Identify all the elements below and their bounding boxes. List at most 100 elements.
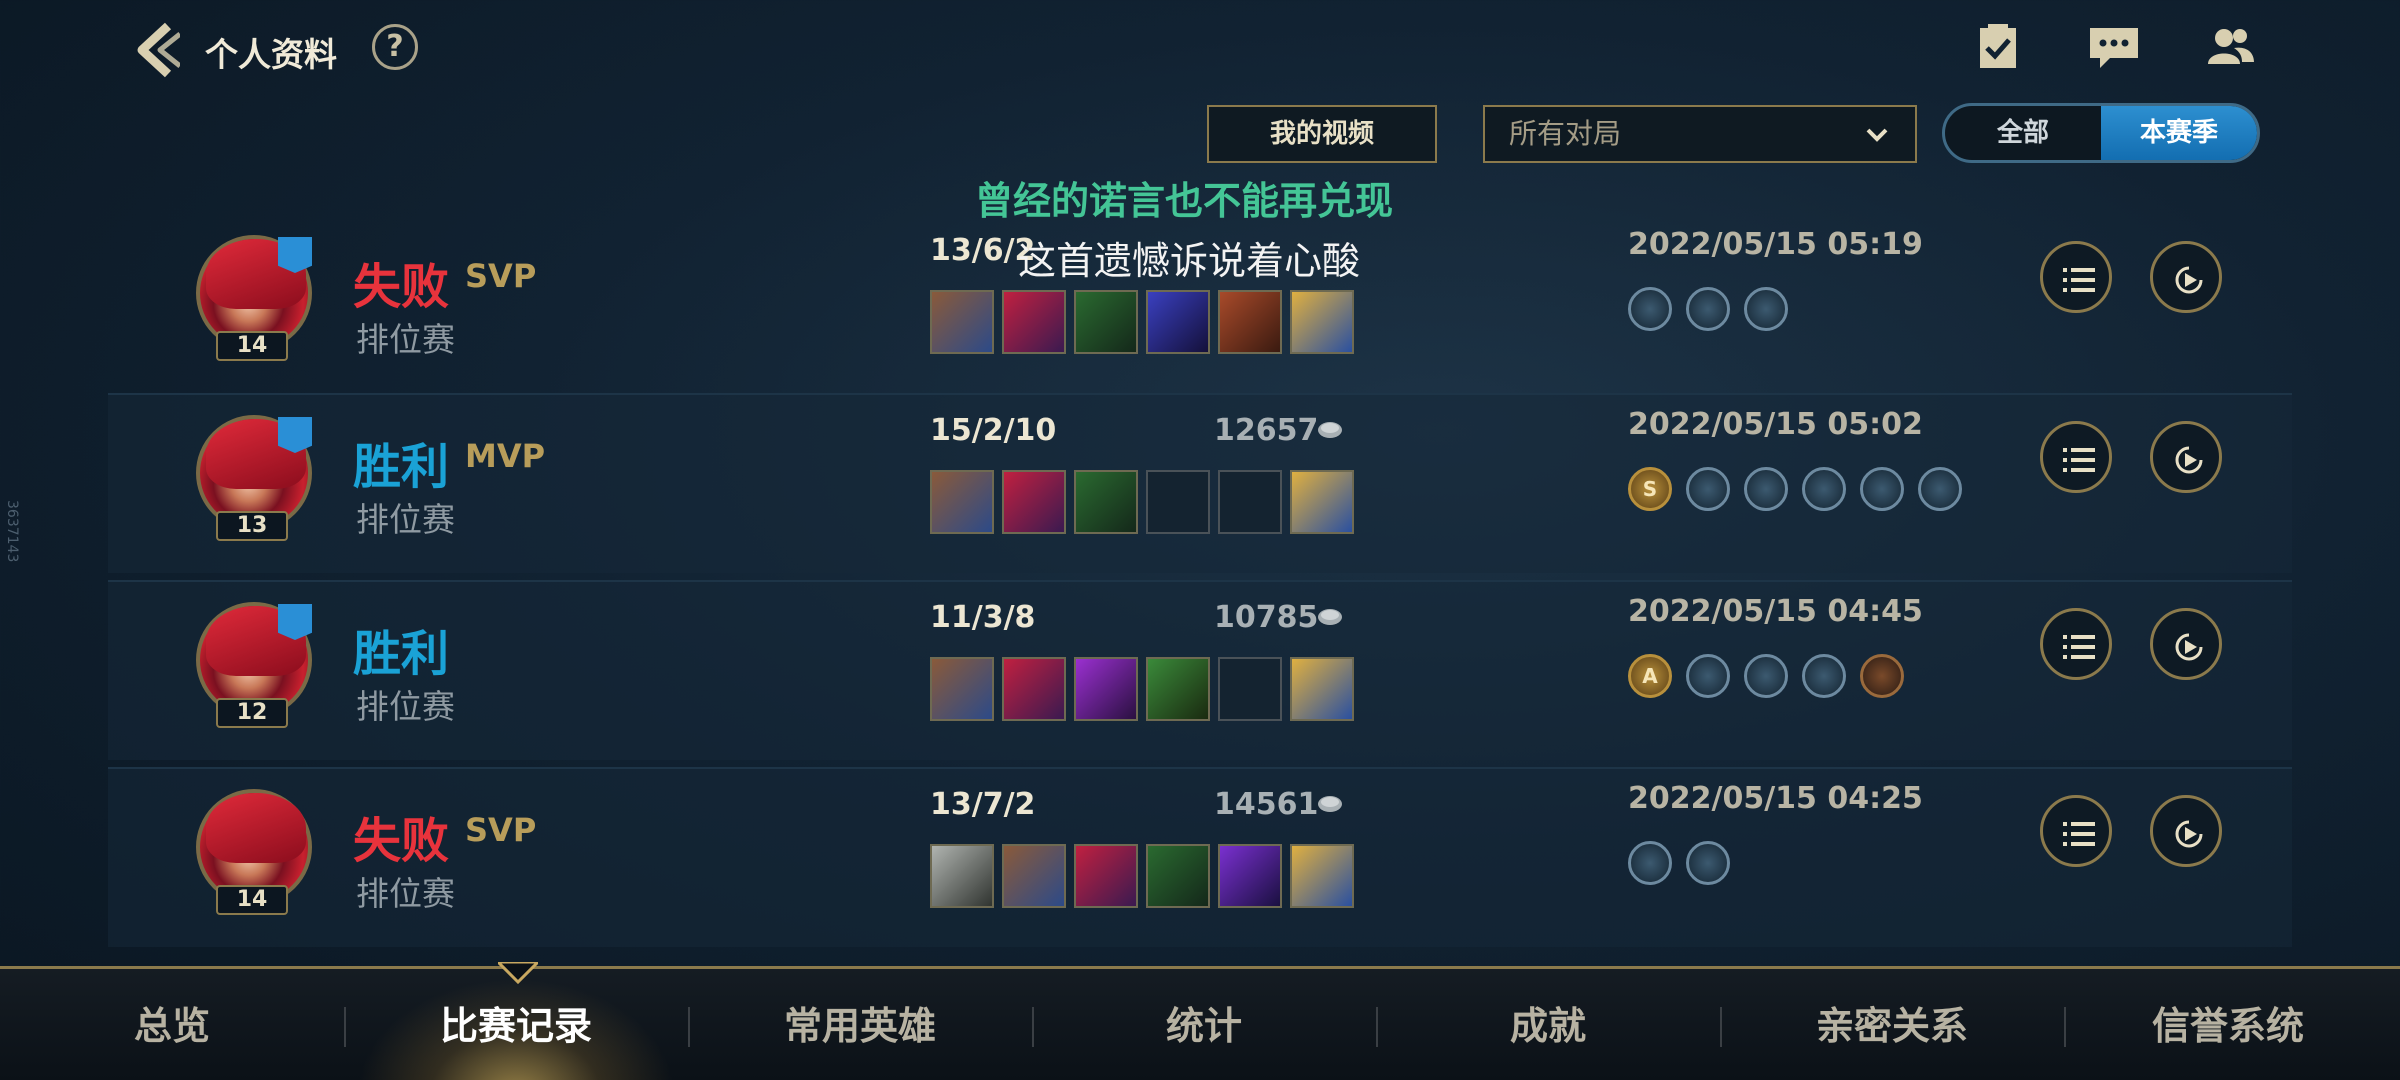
performance-tags (1628, 287, 1788, 331)
chevron-down-icon (1866, 128, 1888, 142)
help-button[interactable]: ? (372, 24, 418, 70)
tab-overview[interactable]: 总览 (0, 969, 344, 1080)
match-row[interactable]: 12 胜利 排位赛 11/3/8 10785 2022/05/15 04:45 … (108, 580, 2292, 760)
medal-badge: SVP (465, 257, 537, 295)
match-details-button[interactable] (2040, 795, 2112, 867)
lyric-line-1: 曾经的诺言也不能再兑现 (975, 179, 1394, 223)
performance-tag-icon (1744, 654, 1788, 698)
item-slot (930, 844, 994, 908)
task-checklist-icon[interactable] (1970, 22, 2026, 72)
match-result: 失败 (353, 813, 450, 869)
item-slots (930, 844, 1354, 908)
toggle-this-season[interactable]: 本赛季 (2101, 106, 2257, 160)
active-tab-caret-icon (498, 962, 538, 984)
grade-a-icon: A (1628, 654, 1672, 698)
back-button[interactable] (130, 20, 182, 80)
item-slot (1002, 470, 1066, 534)
match-filter-select[interactable]: 所有对局 (1483, 105, 1917, 163)
season-toggle[interactable]: 全部 本赛季 (1942, 103, 2260, 163)
match-details-button[interactable] (2040, 608, 2112, 680)
item-slot (1074, 470, 1138, 534)
list-icon (2063, 448, 2095, 472)
tab-match-history[interactable]: 比赛记录 (344, 969, 688, 1080)
item-slot-empty (1218, 657, 1282, 721)
match-row[interactable]: 13 胜利 MVP 排位赛 15/2/10 12657 2022/05/15 0… (108, 393, 2292, 573)
replay-button[interactable] (2150, 241, 2222, 313)
item-slot (1218, 844, 1282, 908)
replay-button[interactable] (2150, 608, 2222, 680)
page-title: 个人资料 (205, 35, 337, 74)
list-icon (2063, 635, 2095, 659)
performance-tag-icon (1686, 467, 1730, 511)
performance-tag-icon (1686, 287, 1730, 331)
gold-coin-icon (1318, 609, 1342, 625)
performance-tags (1628, 841, 1730, 885)
item-slot (1002, 290, 1066, 354)
item-slots (930, 470, 1354, 534)
item-slot-empty (1218, 470, 1282, 534)
hero-level-badge: 14 (216, 885, 288, 915)
replay-icon (2175, 446, 2203, 474)
replay-icon (2175, 820, 2203, 848)
performance-tags: S (1628, 467, 1962, 511)
match-date: 2022/05/15 04:45 (1628, 594, 1923, 629)
match-date: 2022/05/15 04:25 (1628, 781, 1923, 816)
tab-credit-system[interactable]: 信誉系统 (2056, 969, 2400, 1080)
performance-tag-icon (1918, 467, 1962, 511)
game-mode: 排位赛 (356, 874, 455, 913)
item-slot (1002, 657, 1066, 721)
tab-intimacy[interactable]: 亲密关系 (1720, 969, 2064, 1080)
match-row[interactable]: 14 失败 SVP 排位赛 13/7/2 14561 2022/05/15 04… (108, 767, 2292, 947)
tab-statistics[interactable]: 统计 (1032, 969, 1376, 1080)
toggle-all[interactable]: 全部 (1945, 106, 2101, 160)
item-slot (1146, 290, 1210, 354)
grade-s-icon: S (1628, 467, 1672, 511)
chat-icon[interactable] (2086, 22, 2142, 72)
match-details-button[interactable] (2040, 241, 2112, 313)
performance-tag-icon (1860, 654, 1904, 698)
performance-tag-icon (1860, 467, 1904, 511)
item-slot (1074, 657, 1138, 721)
performance-tag-icon (1686, 654, 1730, 698)
hero-level-badge: 13 (216, 511, 288, 541)
kda: 13/7/2 (930, 787, 1036, 822)
match-result: 胜利 (353, 626, 450, 682)
item-slot-empty (1146, 470, 1210, 534)
match-date: 2022/05/15 05:02 (1628, 407, 1923, 442)
match-details-button[interactable] (2040, 421, 2112, 493)
item-slots (930, 290, 1354, 354)
replay-button[interactable] (2150, 795, 2222, 867)
item-slot (1002, 844, 1066, 908)
side-watermark: 3637143 (4, 500, 20, 563)
gold-coin-icon (1318, 796, 1342, 812)
party-icon (278, 604, 312, 640)
item-slot (1290, 290, 1354, 354)
party-icon (278, 237, 312, 273)
match-filter-value: 所有对局 (1509, 117, 1622, 150)
list-icon (2063, 822, 2095, 846)
item-slot (1290, 657, 1354, 721)
item-slot (1146, 844, 1210, 908)
hero-level-badge: 12 (216, 698, 288, 728)
performance-tag-icon (1628, 287, 1672, 331)
item-slot (1218, 290, 1282, 354)
back-arrow-icon (137, 22, 182, 78)
medal-badge: MVP (465, 437, 546, 475)
item-slot (1290, 470, 1354, 534)
performance-tag-icon (1802, 654, 1846, 698)
match-result: 胜利 (353, 439, 450, 495)
tab-achievements[interactable]: 成就 (1376, 969, 1720, 1080)
match-date: 2022/05/15 05:19 (1628, 227, 1923, 262)
replay-button[interactable] (2150, 421, 2222, 493)
tab-common-heroes[interactable]: 常用英雄 (688, 969, 1032, 1080)
game-mode: 排位赛 (356, 320, 455, 359)
hero-level-badge: 14 (216, 331, 288, 361)
item-slots (930, 657, 1354, 721)
medal-badge: SVP (465, 811, 537, 849)
bottom-nav: 总览 比赛记录 常用英雄 统计 成就 亲密关系 信誉系统 (0, 966, 2400, 1080)
friends-icon[interactable] (2202, 22, 2258, 72)
item-slot (1146, 657, 1210, 721)
item-slot (1290, 844, 1354, 908)
my-videos-button[interactable]: 我的视频 (1207, 105, 1437, 163)
match-result: 失败 (353, 259, 450, 315)
